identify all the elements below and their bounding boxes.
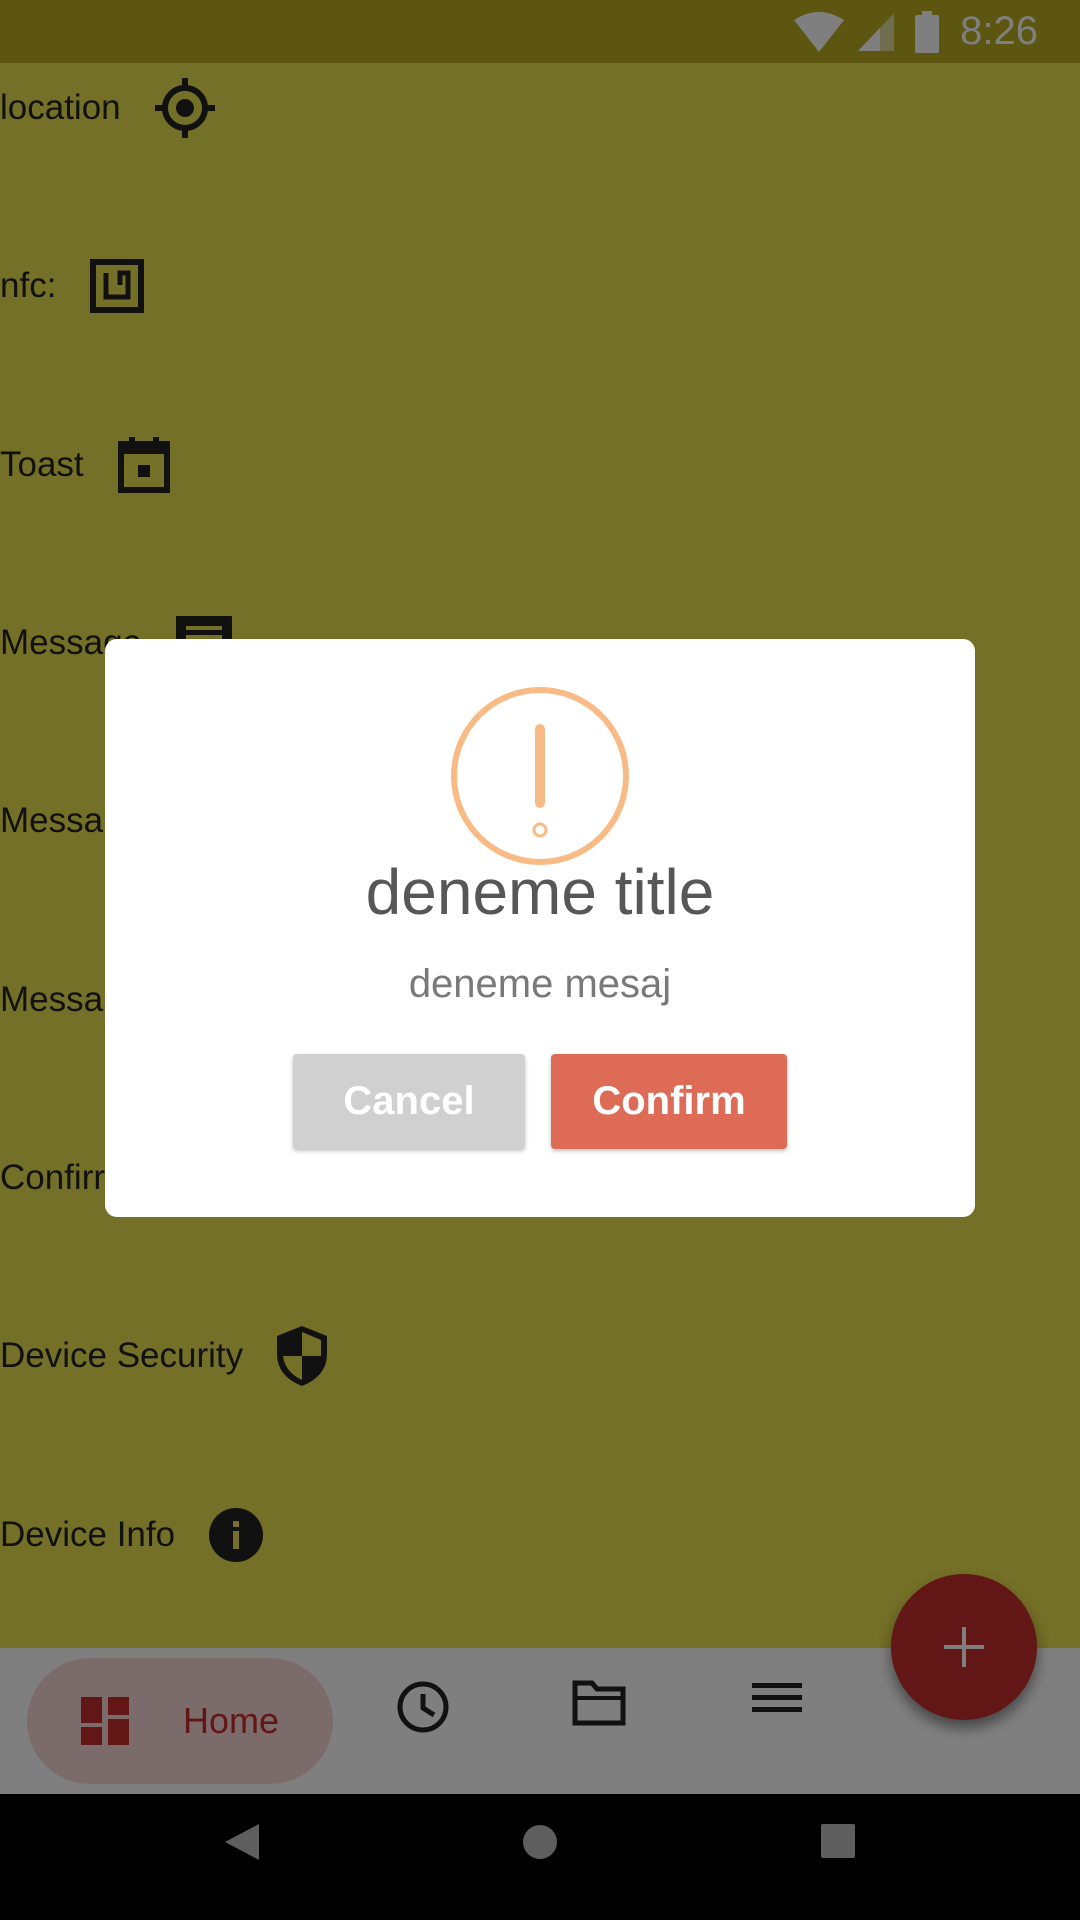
dialog-title: deneme title <box>365 856 715 928</box>
alert-dialog: deneme title deneme mesaj Cancel Confirm <box>105 639 975 1217</box>
cancel-button[interactable]: Cancel <box>293 1054 525 1149</box>
warning-icon <box>450 686 630 871</box>
confirm-button[interactable]: Confirm <box>551 1054 787 1149</box>
dialog-message: deneme mesaj <box>408 962 672 1006</box>
